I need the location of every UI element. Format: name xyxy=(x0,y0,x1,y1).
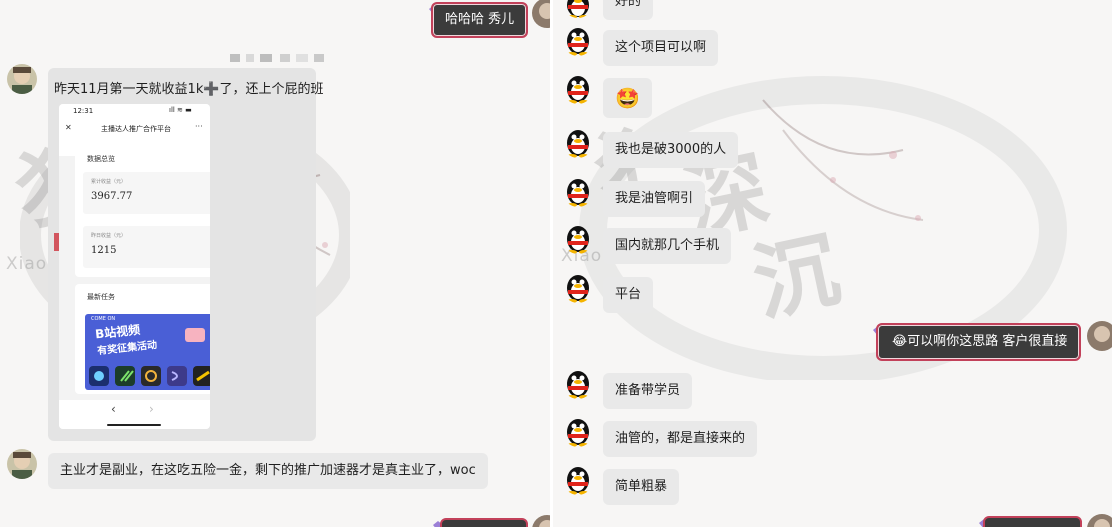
avatar-self[interactable] xyxy=(1087,321,1112,351)
red-side-mark xyxy=(54,233,59,251)
penguin-avatar-icon[interactable] xyxy=(563,26,593,56)
penguin-avatar-icon[interactable] xyxy=(563,0,593,18)
message-bubble-contact[interactable]: 好的 xyxy=(603,0,654,20)
gift-icon xyxy=(185,328,205,342)
message-text: 昨天11月第一天就收益1k➕了，还上个屁的班 xyxy=(54,82,324,97)
stat-card: 累计收益（元） 3967.77 xyxy=(83,172,210,214)
stat-value: 1215 xyxy=(91,245,117,256)
back-icon: ‹ xyxy=(111,402,116,416)
calligraphy-art: 沉 xyxy=(744,219,848,334)
message-bubble-contact[interactable]: 平台 xyxy=(603,277,654,313)
right-chat-pane: 犭 深 沉 Xiao Luo 好的 这个项目可以啊 🤩 我也是破3000的人 我… xyxy=(553,0,1112,527)
screenshot-nav-bar: ‹ › xyxy=(59,400,210,429)
penguin-avatar-icon[interactable] xyxy=(563,273,593,303)
message-bubble-contact[interactable]: 我也是破3000的人 xyxy=(603,132,739,168)
message-bubble-self-partial[interactable] xyxy=(440,518,528,527)
penguin-avatar-icon[interactable] xyxy=(563,369,593,399)
message-bubble-contact[interactable]: 油管的，都是直接来的 xyxy=(603,421,758,457)
emoji-message[interactable]: 🤩 xyxy=(603,78,652,118)
avatar-self[interactable] xyxy=(1087,514,1112,527)
stat-card: 昨日收益（元） 1215 xyxy=(83,226,210,268)
stat-value: 3967.77 xyxy=(91,191,133,202)
message-bubble-self[interactable]: 😂可以啊你这思路 客户很直接 xyxy=(876,323,1082,361)
message-bubble-contact[interactable]: 准备带学员 xyxy=(603,373,693,409)
more-icon: ··· xyxy=(195,122,203,131)
avatar-self[interactable] xyxy=(532,0,550,28)
message-bubble-self-partial[interactable] xyxy=(983,516,1082,527)
task-card: 最新任务 COME ON B站视频 有奖征集活动 xyxy=(75,284,210,394)
left-chat-pane: 犭 沉 Xiao 哈哈哈 秀儿 昨天11月第一天就收益1k➕了，还上个屁的班 1… xyxy=(0,0,550,527)
penguin-avatar-icon[interactable] xyxy=(563,177,593,207)
app-icons-row xyxy=(89,366,210,386)
task-title: 最新任务 xyxy=(87,293,115,301)
promo-banner[interactable]: COME ON B站视频 有奖征集活动 xyxy=(85,314,210,390)
avatar-contact[interactable] xyxy=(7,449,37,479)
banner-small-text: COME ON xyxy=(91,316,116,322)
message-bubble-contact[interactable]: 我是油管啊引 xyxy=(603,181,706,217)
message-bubble-self[interactable]: 哈哈哈 秀儿 xyxy=(431,2,529,38)
message-bubble-contact[interactable]: 国内就那几个手机 xyxy=(603,228,732,264)
message-text: 可以啊你这思路 客户很直接 xyxy=(907,334,1068,349)
penguin-avatar-icon[interactable] xyxy=(563,465,593,495)
blurred-nickname xyxy=(230,48,340,62)
message-bubble-contact[interactable]: 主业才是副业，在这吃五险一金，剩下的推广加速器才是真主业了，woc xyxy=(48,453,488,489)
screenshot-title: 主播达人推广合作平台 xyxy=(101,125,171,133)
watermark-text: Xiao xyxy=(6,254,48,274)
laughing-emoji-icon: 😂 xyxy=(892,334,908,349)
penguin-avatar-icon[interactable] xyxy=(563,224,593,254)
close-icon: ✕ xyxy=(65,123,72,132)
message-bubble-contact[interactable]: 简单粗暴 xyxy=(603,469,680,505)
home-indicator xyxy=(107,424,161,426)
forward-icon: › xyxy=(149,402,154,416)
section-title: 数据总览 xyxy=(87,155,115,163)
penguin-avatar-icon[interactable] xyxy=(563,128,593,158)
penguin-avatar-icon[interactable] xyxy=(563,74,593,104)
phone-screenshot[interactable]: 12:31 ıll ≋ ▬ ✕ 主播达人推广合作平台 ··· 数据总览 累计收益… xyxy=(59,104,210,429)
stat-label: 累计收益（元） xyxy=(91,179,127,185)
status-icons: ıll ≋ ▬ xyxy=(169,106,192,114)
message-bubble-contact[interactable]: 这个项目可以啊 xyxy=(603,30,719,66)
avatar-contact[interactable] xyxy=(7,64,37,94)
message-bubble-image[interactable]: 昨天11月第一天就收益1k➕了，还上个屁的班 12:31 ıll ≋ ▬ ✕ 主… xyxy=(48,68,324,441)
penguin-avatar-icon[interactable] xyxy=(563,417,593,447)
overview-card: 数据总览 累计收益（元） 3967.77 昨日收益（元） 1215 xyxy=(75,142,210,277)
status-time: 12:31 xyxy=(73,107,94,115)
stat-label: 昨日收益（元） xyxy=(91,233,127,239)
avatar-self[interactable] xyxy=(532,515,550,527)
